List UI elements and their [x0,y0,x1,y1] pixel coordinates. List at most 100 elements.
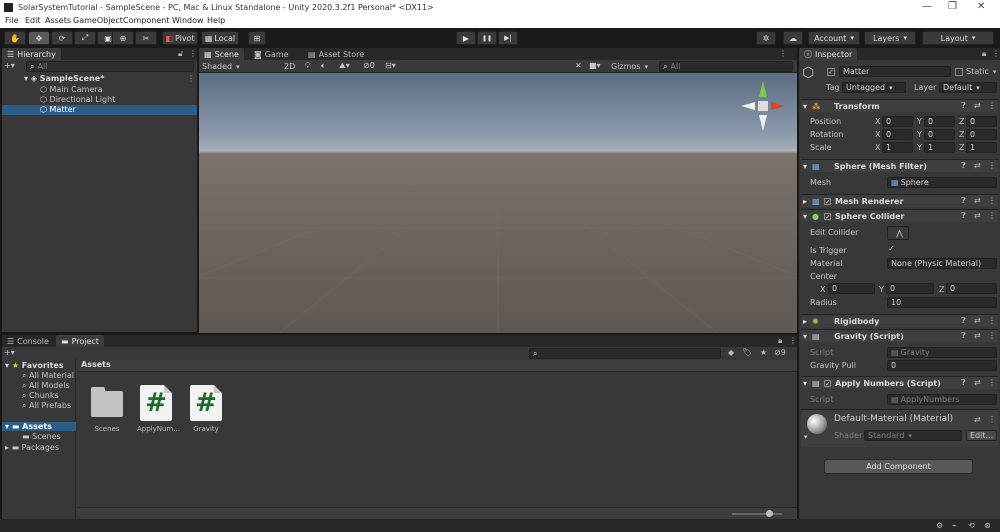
scale-tool-icon[interactable]: ⤢ [74,31,96,45]
play-button[interactable]: ▶ [456,31,476,45]
help-icon[interactable]: ❓︎ [961,331,966,341]
favorites-section[interactable]: ▾ ★ Favorites [5,361,64,370]
component-menu-icon[interactable]: ⋮ [988,316,996,325]
2d-toggle[interactable]: 2D [284,62,295,71]
mesh-filter-component-header[interactable]: ▾ ▦ Sphere (Mesh Filter) [801,159,998,172]
center-z-field[interactable]: 0 [946,283,997,294]
component-menu-icon[interactable]: ⋮ [988,196,996,205]
apply-numbers-enabled-checkbox[interactable]: ✓ [824,379,832,387]
position-y-field[interactable]: 0 [924,116,955,127]
inspector-lock-icon[interactable]: 🔒︎ [982,49,986,59]
material-foldout-arrow[interactable]: ▾ [804,433,808,441]
menu-file[interactable]: File [5,16,18,25]
menu-component[interactable]: Component [123,16,169,25]
tab-asset-store[interactable]: ▤ Asset Store [303,48,369,60]
mesh-renderer-enabled-checkbox[interactable]: ✓ [824,197,832,205]
hierarchy-menu-icon[interactable]: ⋮ [189,49,197,58]
local-button[interactable]: ▦ Local [201,31,239,45]
gizmos-dropdown[interactable]: Gizmos [611,62,648,71]
component-menu-icon[interactable]: ⋮ [988,331,996,340]
menu-help[interactable]: Help [207,16,225,25]
lock-icon[interactable]: 🔓︎ [178,49,183,59]
tag-dropdown[interactable]: Untagged [842,82,906,93]
help-icon[interactable]: ❓︎ [961,161,966,171]
move-tool-icon[interactable]: ✥ [28,31,50,45]
minimize-icon[interactable]: — [922,1,932,12]
component-menu-icon[interactable]: ⋮ [988,101,996,110]
favorite-star-icon[interactable]: ★ [760,348,767,357]
favorite-chunks[interactable]: ⌕ Chunks [22,391,59,401]
shader-dropdown[interactable]: Standard [864,430,962,441]
tab-console[interactable]: ☰ Console [2,335,54,347]
cloud-icon[interactable]: ☁ [783,31,803,45]
gravity-script-component-header[interactable]: ▾ ▤ Gravity (Script) [801,329,998,342]
gravity-pull-field[interactable]: 0 [887,360,997,371]
hand-tool-icon[interactable]: ✋ [4,31,26,45]
rotation-y-field[interactable]: 0 [924,129,955,140]
scale-z-field[interactable]: 1 [966,142,997,153]
position-z-field[interactable]: 0 [966,116,997,127]
zoom-slider-handle[interactable] [766,510,773,517]
presets-icon[interactable]: ⇄ [974,196,981,205]
presets-icon[interactable]: ⇄ [974,331,981,340]
tab-inspector[interactable]: ⓘ Inspector [799,48,858,60]
layout-dropdown[interactable]: Layout [922,31,994,45]
scene-gizmo-icon[interactable] [741,79,787,133]
transform-component-header[interactable]: ▾ ⁂ Transform [801,99,998,112]
presets-icon[interactable]: ⇄ [974,211,981,220]
scene-menu-icon[interactable]: ⋮ [187,74,195,83]
inspector-menu-icon[interactable]: ⋮ [992,49,1000,58]
help-icon[interactable]: ❓︎ [961,101,966,111]
component-menu-icon[interactable]: ⋮ [988,378,996,387]
hidden-packages-icon[interactable]: ⊘9 [774,348,786,357]
transform-tool-icon[interactable]: ⊕ [112,31,134,45]
presets-icon[interactable]: ⇄ [974,101,981,110]
shader-edit-button[interactable]: Edit... [966,430,997,441]
help-icon[interactable]: ❓︎ [961,378,966,388]
rotation-z-field[interactable]: 0 [966,129,997,140]
mesh-field[interactable]: ▦ Sphere [887,177,997,188]
help-icon[interactable]: ❓︎ [961,196,966,206]
static-dropdown[interactable]: Static [966,67,996,76]
sphere-collider-component-header[interactable]: ▾ ● ✓ Sphere Collider [801,209,998,222]
project-search-input[interactable]: ⌕ [529,348,721,359]
is-trigger-checkbox[interactable]: ✓ [887,245,896,254]
component-menu-icon[interactable]: ⋮ [988,211,996,220]
static-checkbox[interactable] [955,68,963,76]
help-icon[interactable]: ❓︎ [961,211,966,221]
presets-icon[interactable]: ⇄ [974,378,981,387]
favorite-all-prefabs[interactable]: ⌕ All Prefabs [22,401,71,411]
audio-toggle-icon[interactable]: 🔈︎ [321,61,326,71]
menu-assets[interactable]: Assets [45,16,71,25]
scale-y-field[interactable]: 1 [924,142,955,153]
hierarchy-search-input[interactable]: ⌕ All [26,61,194,72]
presets-icon[interactable]: ⇄ [974,415,981,424]
visibility-toggle-icon[interactable]: ⊘0 [363,61,375,70]
favorite-all-materials[interactable]: ⌕ All Material [22,371,74,381]
position-x-field[interactable]: 0 [882,116,913,127]
zoom-slider-track[interactable] [732,513,782,515]
layers-dropdown[interactable]: Layers [864,31,916,45]
component-menu-icon[interactable]: ⋮ [988,415,996,424]
camera-dropdown-icon[interactable]: ■▾ [589,61,601,70]
lighting-toggle-icon[interactable]: 💡︎ [305,61,311,71]
object-name-field[interactable]: Matter [839,66,951,77]
grid-snap-icon[interactable]: ⊞ [248,31,266,45]
presets-icon[interactable]: ⇄ [974,161,981,170]
add-component-button[interactable]: Add Component [824,459,973,474]
asset-gravity[interactable]: # Gravity [187,385,225,433]
favorite-all-models[interactable]: ⌕ All Models [22,381,70,391]
rotation-x-field[interactable]: 0 [882,129,913,140]
scene-root-item[interactable]: ▾ ◈ SampleScene* [24,74,104,83]
hierarchy-item-main-camera[interactable]: ⬡ Main Camera [40,85,103,94]
hierarchy-item-matter[interactable]: ⬡ Matter [2,105,197,115]
packages-folder-item[interactable]: ▸ ▬ Packages [5,443,59,452]
physic-material-field[interactable]: None (Physic Material) [887,258,997,269]
rotate-tool-icon[interactable]: ⟳ [51,31,73,45]
breadcrumb[interactable]: Assets [78,360,797,372]
cache-server-icon[interactable]: ⌁ [952,521,957,530]
create-asset-button[interactable]: +▾ [4,348,20,358]
menu-window[interactable]: Window [172,16,204,25]
tab-game[interactable]: ◙ Game [249,48,294,60]
close-icon[interactable]: ✕ [977,1,985,12]
